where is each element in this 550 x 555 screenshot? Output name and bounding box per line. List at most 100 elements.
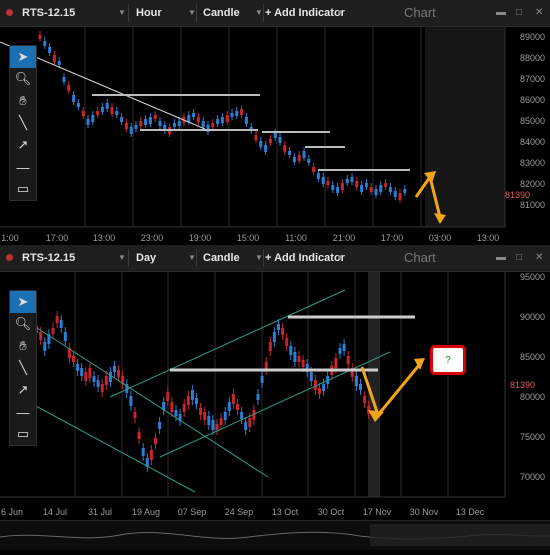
candle-body	[398, 193, 402, 200]
x-tick: 13 Oct	[271, 507, 299, 517]
candle-body	[331, 185, 335, 190]
symbol-selector[interactable]: RTS-12.15	[22, 245, 75, 271]
candle-body	[113, 366, 116, 372]
divider	[263, 249, 264, 267]
arrow-icon[interactable]: ↗	[10, 379, 36, 401]
chevron-down-icon[interactable]: ▼	[255, 245, 263, 271]
candle-body	[313, 380, 317, 390]
candle-body	[230, 113, 234, 117]
candle-body	[137, 432, 141, 439]
candle-body	[316, 173, 320, 179]
candle-body	[55, 316, 59, 323]
line-icon[interactable]: ╲	[10, 357, 36, 379]
minimize-icon[interactable]: ▬	[496, 245, 506, 271]
candle-body	[346, 356, 350, 364]
chart-type-selector[interactable]: Candle	[203, 0, 240, 26]
chevron-down-icon[interactable]: ▼	[336, 245, 344, 271]
candle-body	[254, 135, 258, 140]
candle-body	[220, 117, 224, 123]
candle-body	[166, 392, 170, 401]
candle-body	[321, 177, 325, 184]
x-tick: 21:00	[332, 233, 356, 243]
add-indicator-button[interactable]: + Add Indicator	[265, 245, 345, 271]
hand-icon[interactable]: ✋︎	[10, 90, 36, 112]
hline-icon[interactable]: —	[10, 156, 36, 178]
candle-body	[100, 384, 104, 392]
arrow-icon[interactable]: ↗	[10, 134, 36, 156]
candle-body	[338, 348, 342, 354]
candle-body	[292, 157, 296, 162]
close-icon[interactable]	[6, 9, 13, 16]
x-tick: 31 Jul	[87, 507, 113, 517]
y-tick: 90000	[519, 312, 545, 322]
close-window-icon[interactable]: ✕	[535, 245, 543, 271]
add-indicator-button[interactable]: + Add Indicator	[265, 0, 345, 26]
bottom-chart-area[interactable]	[0, 272, 550, 525]
candle-body	[227, 402, 231, 411]
hand-icon[interactable]: ✋︎	[10, 335, 36, 357]
candle-body	[172, 123, 176, 127]
candle-body	[88, 368, 92, 378]
chevron-down-icon[interactable]: ▼	[336, 0, 344, 26]
chevron-down-icon[interactable]: ▼	[255, 0, 263, 26]
pointer-icon[interactable]: ➤	[10, 46, 36, 68]
timeframe-selector[interactable]: Day	[136, 245, 156, 271]
rect-icon[interactable]: ▭	[10, 178, 36, 200]
zoom-icon[interactable]: 🔍︎	[10, 313, 36, 335]
close-window-icon[interactable]: ✕	[535, 0, 543, 26]
hline-icon[interactable]: —	[10, 401, 36, 423]
candle-body	[43, 41, 47, 46]
candle-body	[199, 408, 203, 415]
top-y-axis: 89000 88000 87000 86000 85000 84000 8300…	[505, 27, 545, 217]
candle-body	[225, 115, 229, 122]
candle-body	[268, 342, 272, 351]
candle-body	[350, 177, 354, 182]
bottom-drawing-toolbar: ➤ 🔍︎ ✋︎ ╲ ↗ — ▭	[9, 290, 37, 446]
x-tick: 13:00	[92, 233, 116, 243]
candle-body	[374, 189, 378, 195]
minimize-icon[interactable]: ▬	[496, 0, 506, 26]
candle-body	[211, 123, 215, 127]
x-tick: 17:00	[45, 233, 69, 243]
symbol-selector[interactable]: RTS-12.15	[22, 0, 75, 26]
candle-body	[129, 396, 133, 406]
candle-body	[203, 412, 207, 420]
candle-body	[59, 320, 63, 328]
x-tick: 17 Nov	[362, 507, 392, 517]
timeline-navigator[interactable]	[0, 520, 550, 550]
top-toolbar: RTS-12.15 ▼ Hour ▼ Candle ▼ + Add Indica…	[0, 0, 550, 27]
candle-body	[187, 115, 191, 122]
x-tick: 03:00	[428, 233, 452, 243]
bottom-chart-canvas[interactable]	[0, 272, 550, 520]
top-chart-area[interactable]	[0, 27, 550, 250]
line-icon[interactable]: ╲	[10, 112, 36, 134]
pointer-icon[interactable]: ➤	[10, 291, 36, 313]
navigator-overview[interactable]	[0, 521, 550, 550]
maximize-icon[interactable]: □	[516, 0, 522, 26]
close-icon[interactable]	[6, 254, 13, 261]
chevron-down-icon[interactable]: ▼	[118, 245, 126, 271]
candle-body	[231, 394, 235, 404]
candle-body	[363, 396, 367, 403]
zoom-icon[interactable]: 🔍︎	[10, 68, 36, 90]
chevron-down-icon[interactable]: ▼	[188, 245, 196, 271]
x-tick: 15:00	[236, 233, 260, 243]
timeframe-selector[interactable]: Hour	[136, 0, 162, 26]
navigator-window[interactable]	[370, 524, 550, 546]
x-tick: 23:00	[140, 233, 164, 243]
chevron-down-icon[interactable]: ▼	[118, 0, 126, 26]
candle-body	[326, 181, 330, 185]
maximize-icon[interactable]: □	[516, 245, 522, 271]
candle-body	[134, 125, 138, 129]
candle-body	[124, 123, 128, 129]
x-tick: 24 Sep	[224, 507, 254, 517]
candle-body	[219, 418, 223, 425]
candle-body	[354, 376, 358, 386]
chart-type-selector[interactable]: Candle	[203, 245, 240, 271]
candle-body	[195, 398, 198, 404]
candle-body	[158, 422, 162, 429]
last-price-label: 81390	[505, 190, 531, 200]
rect-icon[interactable]: ▭	[10, 423, 36, 445]
top-chart-canvas[interactable]	[0, 27, 550, 245]
chevron-down-icon[interactable]: ▼	[188, 0, 196, 26]
